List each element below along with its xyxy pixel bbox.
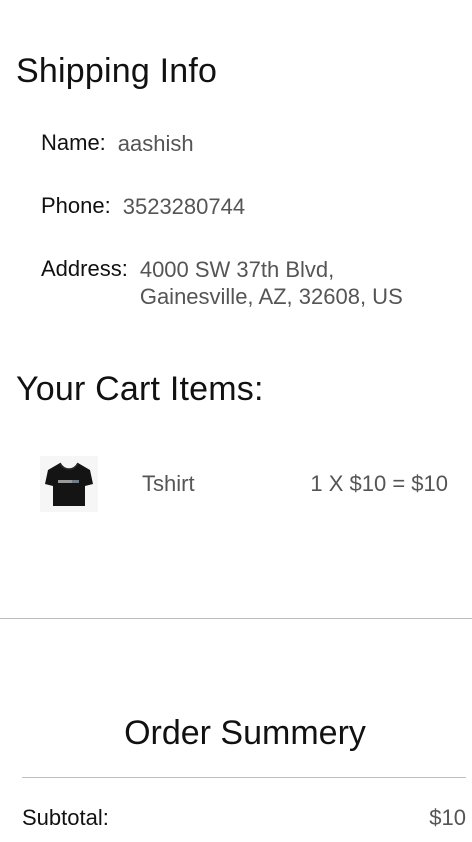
address-line-2: Gainesville, AZ, 32608, US	[139, 284, 403, 309]
name-label: Name:	[41, 130, 106, 155]
shipping-address-row: Address: 4000 SW 37th Blvd, Gainesville,…	[41, 256, 403, 310]
subtotal-label: Subtotal:	[22, 805, 109, 830]
cart-item-name: Tshirt	[142, 471, 195, 496]
subtotal-row: Subtotal: $10	[22, 805, 466, 831]
tshirt-icon	[45, 462, 93, 506]
summary-divider	[22, 777, 466, 778]
cart-items-title: Your Cart Items:	[16, 370, 264, 408]
address-label: Address:	[41, 256, 128, 281]
cart-item[interactable]: Tshirt 1 X $10 = $10	[40, 456, 450, 512]
name-value: aashish	[117, 131, 194, 156]
cart-item-price: 1 X $10 = $10	[310, 471, 448, 496]
shipping-phone-row: Phone: 3523280744	[41, 193, 245, 220]
subtotal-value: $10	[429, 805, 466, 830]
shipping-name-row: Name: aashish	[41, 130, 194, 157]
phone-value: 3523280744	[122, 194, 246, 219]
order-summary-title: Order Summery	[124, 714, 366, 752]
phone-label: Phone:	[41, 193, 111, 218]
address-value: 4000 SW 37th Blvd, Gainesville, AZ, 3260…	[140, 256, 403, 310]
section-divider	[0, 618, 472, 619]
tshirt-image[interactable]	[40, 456, 98, 512]
shipping-info-title: Shipping Info	[16, 52, 218, 90]
address-line-1: 4000 SW 37th Blvd,	[139, 257, 335, 282]
